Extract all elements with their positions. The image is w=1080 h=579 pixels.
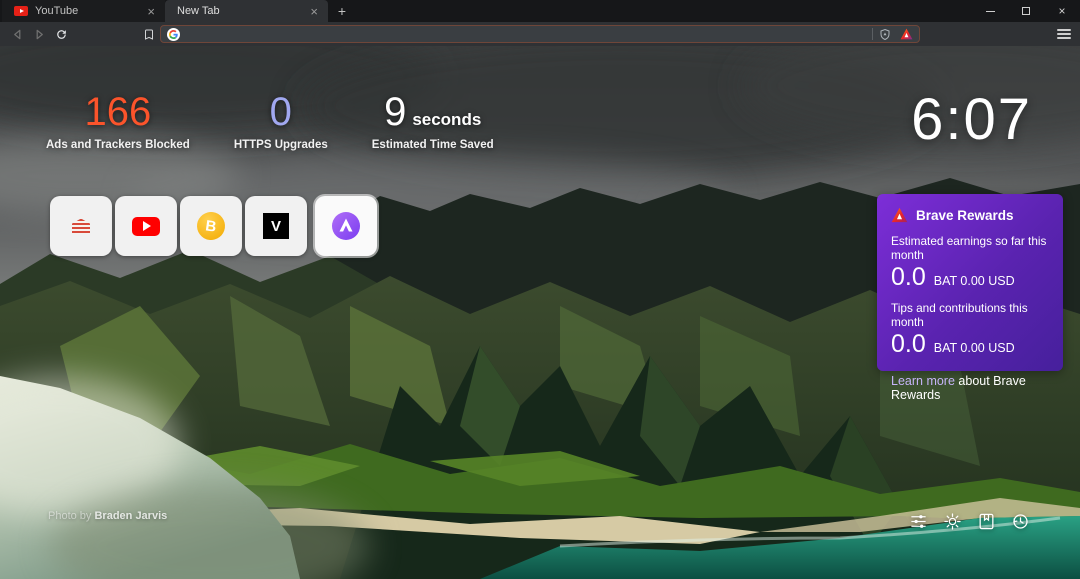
stat-label: Ads and Trackers Blocked [46, 139, 190, 151]
gear-icon [943, 512, 962, 531]
hamburger-icon [1057, 29, 1071, 31]
rewards-earnings-label: Estimated earnings so far this month [891, 234, 1049, 262]
photo-credit-prefix: Photo by [48, 510, 91, 522]
menu-button[interactable] [1056, 27, 1072, 41]
stat-ads-blocked: 166 Ads and Trackers Blocked [46, 92, 190, 151]
reload-button[interactable] [50, 23, 72, 45]
bookmark-icon [143, 28, 155, 41]
rewards-tips-label: Tips and contributions this month [891, 301, 1049, 329]
back-icon [14, 30, 19, 38]
striped-favicon-icon [72, 219, 90, 234]
photo-author-link[interactable]: Braden Jarvis [94, 510, 167, 522]
maximize-button[interactable] [1008, 0, 1044, 22]
photo-credit: Photo by Braden Jarvis [48, 510, 167, 522]
stat-https-upgrades: 0 HTTPS Upgrades [234, 92, 328, 151]
bitcoin-icon: B [195, 210, 227, 242]
brave-rewards-logo-icon [891, 207, 908, 223]
stat-time-saved: 9 seconds Estimated Time Saved [372, 92, 494, 151]
address-input[interactable] [180, 27, 866, 41]
a-gradient-logo-icon [331, 211, 361, 241]
rewards-title: Brave Rewards [916, 208, 1014, 223]
brave-shields-icon[interactable] [879, 28, 891, 41]
minimize-button[interactable] [972, 0, 1008, 22]
customize-sliders-button[interactable] [909, 512, 928, 531]
sliders-icon [909, 512, 928, 531]
forward-icon [37, 30, 42, 38]
bookmark-button[interactable] [138, 23, 160, 45]
tab-close-icon[interactable]: × [308, 5, 320, 18]
tab-new-tab[interactable]: New Tab × [165, 0, 328, 22]
shortcut-tile-v[interactable]: V [245, 196, 307, 256]
stat-unit: seconds [412, 110, 481, 130]
new-tab-page: 166 Ads and Trackers Blocked 0 HTTPS Upg… [0, 46, 1080, 579]
stat-label: HTTPS Upgrades [234, 139, 328, 151]
v-logo-icon: V [263, 213, 289, 239]
tab-strip: YouTube × New Tab × + × [0, 0, 1080, 22]
tab-title: New Tab [177, 5, 301, 17]
history-button[interactable] [1011, 512, 1030, 531]
browser-window: YouTube × New Tab × + × [0, 0, 1080, 579]
shortcut-tile-bitcoin[interactable]: B [180, 196, 242, 256]
shields-stats: 166 Ads and Trackers Blocked 0 HTTPS Upg… [46, 92, 494, 151]
learn-more-link[interactable]: Learn more [891, 374, 955, 388]
history-clock-icon [1011, 512, 1030, 531]
minimize-icon [986, 11, 995, 12]
stat-label: Estimated Time Saved [372, 139, 494, 151]
navigation-bar [0, 22, 1080, 46]
shortcut-tile-striped-site[interactable] [50, 196, 112, 256]
newtab-corner-controls [909, 512, 1030, 531]
forward-button[interactable] [28, 23, 50, 45]
back-button[interactable] [6, 23, 28, 45]
stat-value: 166 [46, 92, 190, 132]
brave-rewards-triangle-icon[interactable] [900, 28, 913, 40]
rewards-tips-fiat: 0.00 USD [960, 341, 1014, 355]
rewards-earnings-fiat: 0.00 USD [960, 274, 1014, 288]
rewards-earnings-value: 0.0 [891, 265, 926, 290]
brave-rewards-widget: Brave Rewards Estimated earnings so far … [877, 194, 1063, 371]
tab-youtube[interactable]: YouTube × [2, 0, 165, 22]
rewards-tips-unit: BAT [934, 341, 957, 355]
bookmarks-button[interactable] [977, 512, 996, 531]
bookmarks-book-icon [977, 512, 996, 531]
address-bar-divider [872, 28, 873, 40]
shortcut-tile-a[interactable] [315, 196, 377, 256]
tab-title: YouTube [35, 5, 138, 17]
youtube-favicon-icon [14, 6, 28, 16]
clock: 6:07 [911, 86, 1032, 153]
rewards-earnings-unit: BAT [934, 274, 957, 288]
youtube-icon [132, 217, 160, 236]
window-controls: × [972, 0, 1080, 22]
shortcut-tile-youtube[interactable] [115, 196, 177, 256]
stat-value: 0 [234, 92, 328, 132]
settings-button[interactable] [943, 512, 962, 531]
top-sites: B V [50, 196, 377, 256]
maximize-icon [1022, 7, 1030, 15]
stat-value: 9 [384, 92, 406, 132]
reload-icon [55, 28, 68, 41]
close-button[interactable]: × [1044, 0, 1080, 22]
address-bar[interactable] [160, 25, 920, 43]
tab-close-icon[interactable]: × [145, 5, 157, 18]
new-tab-button[interactable]: + [328, 0, 356, 22]
rewards-tips-value: 0.0 [891, 332, 926, 357]
google-search-icon [167, 28, 180, 41]
